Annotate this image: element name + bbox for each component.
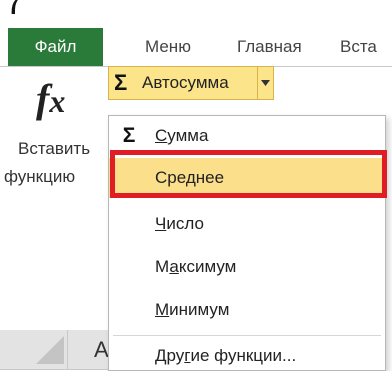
tab-insert[interactable]: Вста <box>340 28 377 66</box>
select-all-triangle-icon <box>36 336 64 364</box>
column-header-a-label: А <box>94 336 109 362</box>
tab-menu[interactable]: Меню <box>145 28 191 66</box>
select-all-corner[interactable] <box>0 330 68 370</box>
autosum-dropdown-arrow[interactable] <box>257 67 273 99</box>
ribbon-tabs: Файл Меню Главная Вста <box>0 14 392 66</box>
sigma-icon: Σ <box>122 124 136 147</box>
insert-function-label-line2: функцию <box>4 167 76 186</box>
tab-file[interactable]: Файл <box>8 28 103 66</box>
menu-item-count-label: Число <box>155 214 204 233</box>
menu-item-count[interactable]: Число <box>109 204 385 244</box>
tab-file-label: Файл <box>34 37 77 56</box>
autosum-button[interactable]: Σ Автосумма <box>108 66 274 100</box>
sigma-icon: Σ <box>114 70 128 95</box>
autosum-label: Автосумма <box>142 73 229 92</box>
menu-item-more-functions-label: Другие функции... <box>155 346 297 365</box>
caret-down-icon <box>261 80 270 86</box>
menu-item-max[interactable]: Максимум <box>109 247 385 287</box>
tab-insert-label: Вста <box>340 37 377 56</box>
tab-home[interactable]: Главная <box>237 28 302 66</box>
tab-menu-label: Меню <box>145 37 191 56</box>
menu-item-sum-label: Сумма <box>155 126 209 145</box>
menu-item-min[interactable]: Минимум <box>109 290 385 330</box>
fx-icon: fx <box>36 76 66 121</box>
insert-function-label-line1: Вставить <box>18 139 91 158</box>
annotation-highlight-frame <box>110 150 387 198</box>
menu-item-max-label: Максимум <box>155 257 237 276</box>
menu-item-more-functions[interactable]: Другие функции... <box>109 336 385 371</box>
menu-item-min-label: Минимум <box>155 300 230 319</box>
tab-home-label: Главная <box>237 37 302 56</box>
insert-function-label: Вставить функцию <box>0 135 108 191</box>
